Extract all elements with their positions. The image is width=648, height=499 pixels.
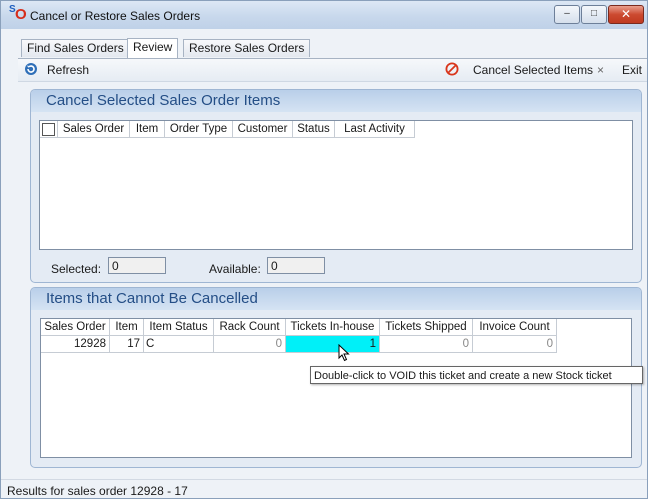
refresh-button[interactable]: Refresh (47, 63, 89, 77)
col-item[interactable]: Item (110, 319, 144, 336)
cell-invoice-count[interactable]: 0 (473, 336, 557, 353)
cell-sales-order[interactable]: 12928 (41, 336, 110, 353)
col-item-status[interactable]: Item Status (144, 319, 214, 336)
cell-item[interactable]: 17 (110, 336, 144, 353)
tab-find-sales-orders[interactable]: Find Sales Orders (21, 39, 130, 57)
col-item[interactable]: Item (130, 121, 165, 138)
mouse-pointer-icon (338, 344, 350, 362)
selected-count-field: 0 (108, 257, 166, 274)
tooltip: Double-click to VOID this ticket and cre… (310, 366, 643, 384)
cancel-selected-panel: Cancel Selected Sales Order Items Sales … (30, 89, 642, 283)
cancel-panel-title: Cancel Selected Sales Order Items (31, 90, 641, 112)
exit-icon[interactable]: × (597, 63, 604, 77)
maximize-button[interactable]: □ (581, 5, 607, 24)
app-logo-icon: SO (9, 4, 27, 23)
cell-tickets-shipped[interactable]: 0 (380, 336, 473, 353)
cannot-cancel-grid[interactable]: Sales Order Item Item Status Rack Count … (40, 318, 632, 458)
refresh-icon[interactable] (24, 62, 38, 76)
col-sales-order[interactable]: Sales Order (58, 121, 130, 138)
available-count-field: 0 (267, 257, 325, 274)
cancel-selected-items-button[interactable]: Cancel Selected Items (473, 63, 593, 77)
col-sales-order[interactable]: Sales Order (41, 319, 110, 336)
title-bar[interactable]: SO Cancel or Restore Sales Orders – □ ✕ (1, 1, 647, 29)
tab-review[interactable]: Review (127, 38, 179, 58)
cancel-icon[interactable] (445, 62, 459, 76)
minimize-button[interactable]: – (554, 5, 580, 24)
tab-restore-sales-orders[interactable]: Restore Sales Orders (183, 39, 311, 57)
close-button[interactable]: ✕ (608, 5, 644, 24)
cell-tickets-in-house[interactable]: 1 (286, 336, 380, 353)
available-label: Available: (209, 262, 261, 276)
toolbar: Refresh Cancel Selected Items × Exit (18, 59, 647, 82)
col-status[interactable]: Status (293, 121, 335, 138)
col-invoice-count[interactable]: Invoice Count (473, 319, 557, 336)
exit-button[interactable]: Exit (622, 63, 642, 77)
status-bar: Results for sales order 12928 - 17 (1, 479, 647, 498)
cancel-items-grid[interactable]: Sales Order Item Order Type Customer Sta… (39, 120, 633, 250)
window-title: Cancel or Restore Sales Orders (30, 9, 201, 23)
cell-item-status[interactable]: C (144, 336, 214, 353)
cell-rack-count[interactable]: 0 (214, 336, 286, 353)
app-window: SO Cancel or Restore Sales Orders – □ ✕ … (0, 0, 648, 499)
col-last-activity[interactable]: Last Activity (335, 121, 415, 138)
col-rack-count[interactable]: Rack Count (214, 319, 286, 336)
tab-strip: Find Sales Orders Review Restore Sales O… (1, 38, 647, 58)
select-all-cell[interactable] (40, 121, 58, 138)
cannot-cancel-panel-title: Items that Cannot Be Cancelled (31, 288, 641, 310)
col-tickets-in-house[interactable]: Tickets In-house (286, 319, 380, 336)
col-order-type[interactable]: Order Type (165, 121, 233, 138)
col-customer[interactable]: Customer (233, 121, 293, 138)
select-all-checkbox[interactable] (42, 123, 55, 136)
selected-label: Selected: (51, 262, 102, 276)
col-tickets-shipped[interactable]: Tickets Shipped (380, 319, 473, 336)
status-text: Results for sales order 12928 - 17 (7, 484, 188, 498)
